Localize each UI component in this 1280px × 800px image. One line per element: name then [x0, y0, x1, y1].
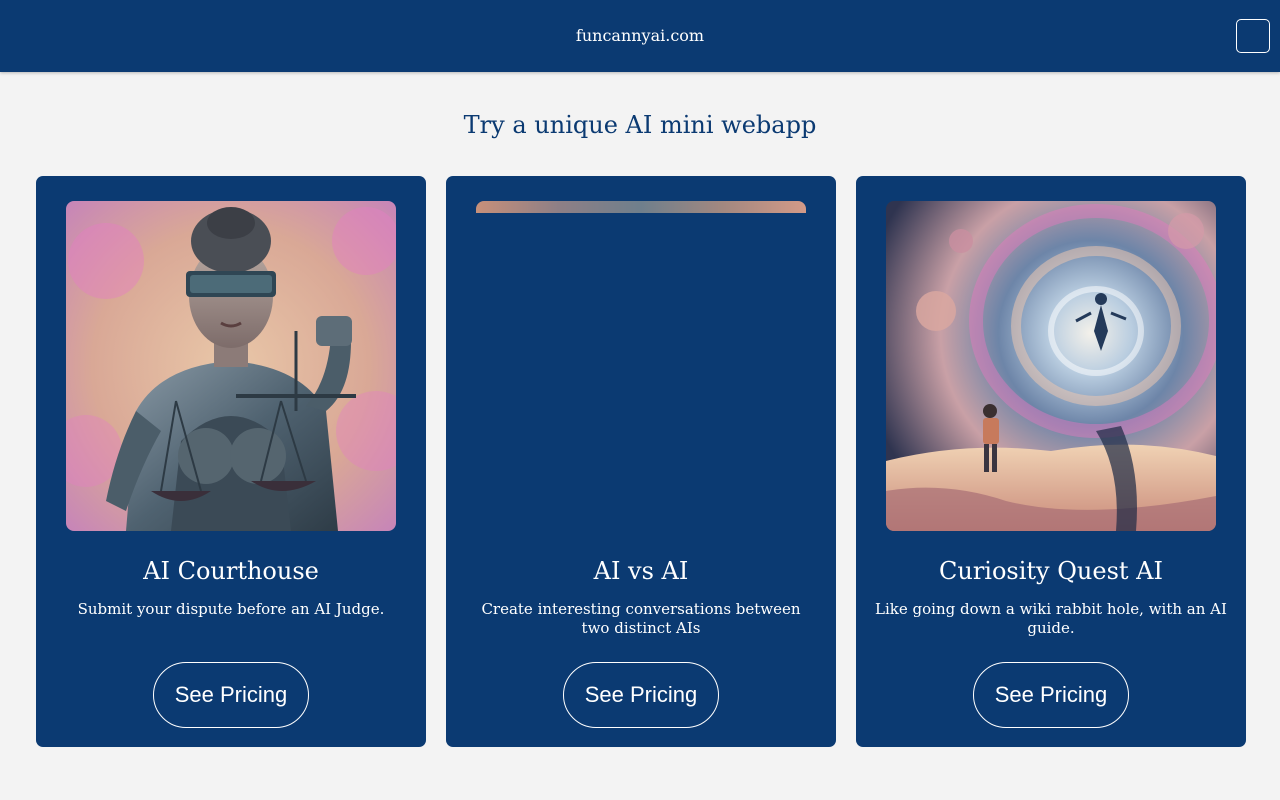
card-description: Like going down a wiki rabbit hole, with…: [875, 600, 1227, 637]
cosmic-vortex-explorer-illustration: [886, 201, 1216, 531]
robot-lady-justice-illustration: [66, 201, 396, 531]
app-card-ai-courthouse: AI Courthouse Submit your dispute before…: [36, 176, 426, 747]
card-description: Submit your dispute before an AI Judge.: [77, 600, 385, 618]
menu-toggle-button[interactable]: [1236, 19, 1270, 53]
ai-courthouse-image[interactable]: [66, 201, 396, 531]
ai-vs-ai-image[interactable]: [476, 201, 806, 213]
app-card-ai-vs-ai: AI vs AI Create interesting conversation…: [446, 176, 836, 747]
see-pricing-button[interactable]: See Pricing: [153, 662, 309, 728]
top-navbar: funcannyai.com: [0, 0, 1280, 72]
app-card-curiosity-quest-ai: Curiosity Quest AI Like going down a wik…: [856, 176, 1246, 747]
site-brand[interactable]: funcannyai.com: [0, 25, 1280, 47]
curiosity-quest-image[interactable]: [886, 201, 1216, 531]
card-description: Create interesting conversations between…: [481, 600, 801, 637]
see-pricing-button[interactable]: See Pricing: [973, 662, 1129, 728]
card-title: AI Courthouse: [143, 557, 319, 585]
card-title: AI vs AI: [593, 557, 689, 585]
see-pricing-button[interactable]: See Pricing: [563, 662, 719, 728]
card-title: Curiosity Quest AI: [939, 557, 1163, 585]
page-headline: Try a unique AI mini webapp: [463, 111, 817, 139]
